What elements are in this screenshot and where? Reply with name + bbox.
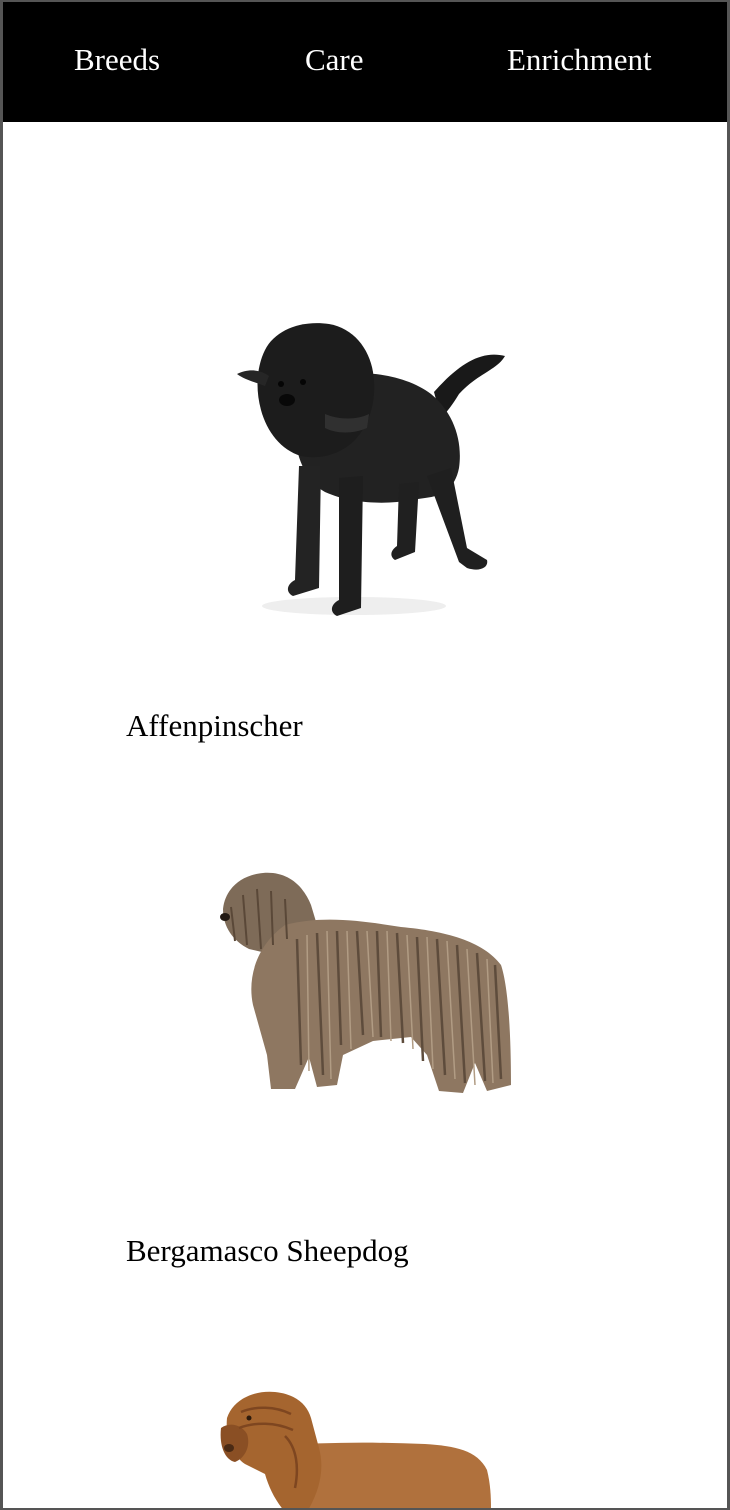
breed-card-affenpinscher[interactable]: Affenpinscher — [3, 302, 727, 762]
mastiff-photo[interactable] — [215, 1388, 495, 1508]
bergamasco-sheepdog-photo[interactable] — [213, 865, 513, 1095]
nav-link-care[interactable]: Care — [305, 42, 364, 78]
page-viewport: Breeds Care Enrichment Affenpinscher Ber… — [3, 2, 727, 1508]
breed-card-bergamasco-sheepdog[interactable]: Bergamasco Sheepdog — [3, 857, 727, 1287]
nav-link-breeds[interactable]: Breeds — [74, 42, 160, 78]
breed-name: Affenpinscher — [126, 708, 303, 743]
nav-link-enrichment[interactable]: Enrichment — [507, 42, 652, 78]
affenpinscher-photo[interactable] — [229, 316, 509, 622]
top-navigation-bar: Breeds Care Enrichment — [3, 2, 727, 122]
breed-card-mastiff[interactable] — [3, 1382, 727, 1508]
breed-name: Bergamasco Sheepdog — [126, 1233, 409, 1268]
